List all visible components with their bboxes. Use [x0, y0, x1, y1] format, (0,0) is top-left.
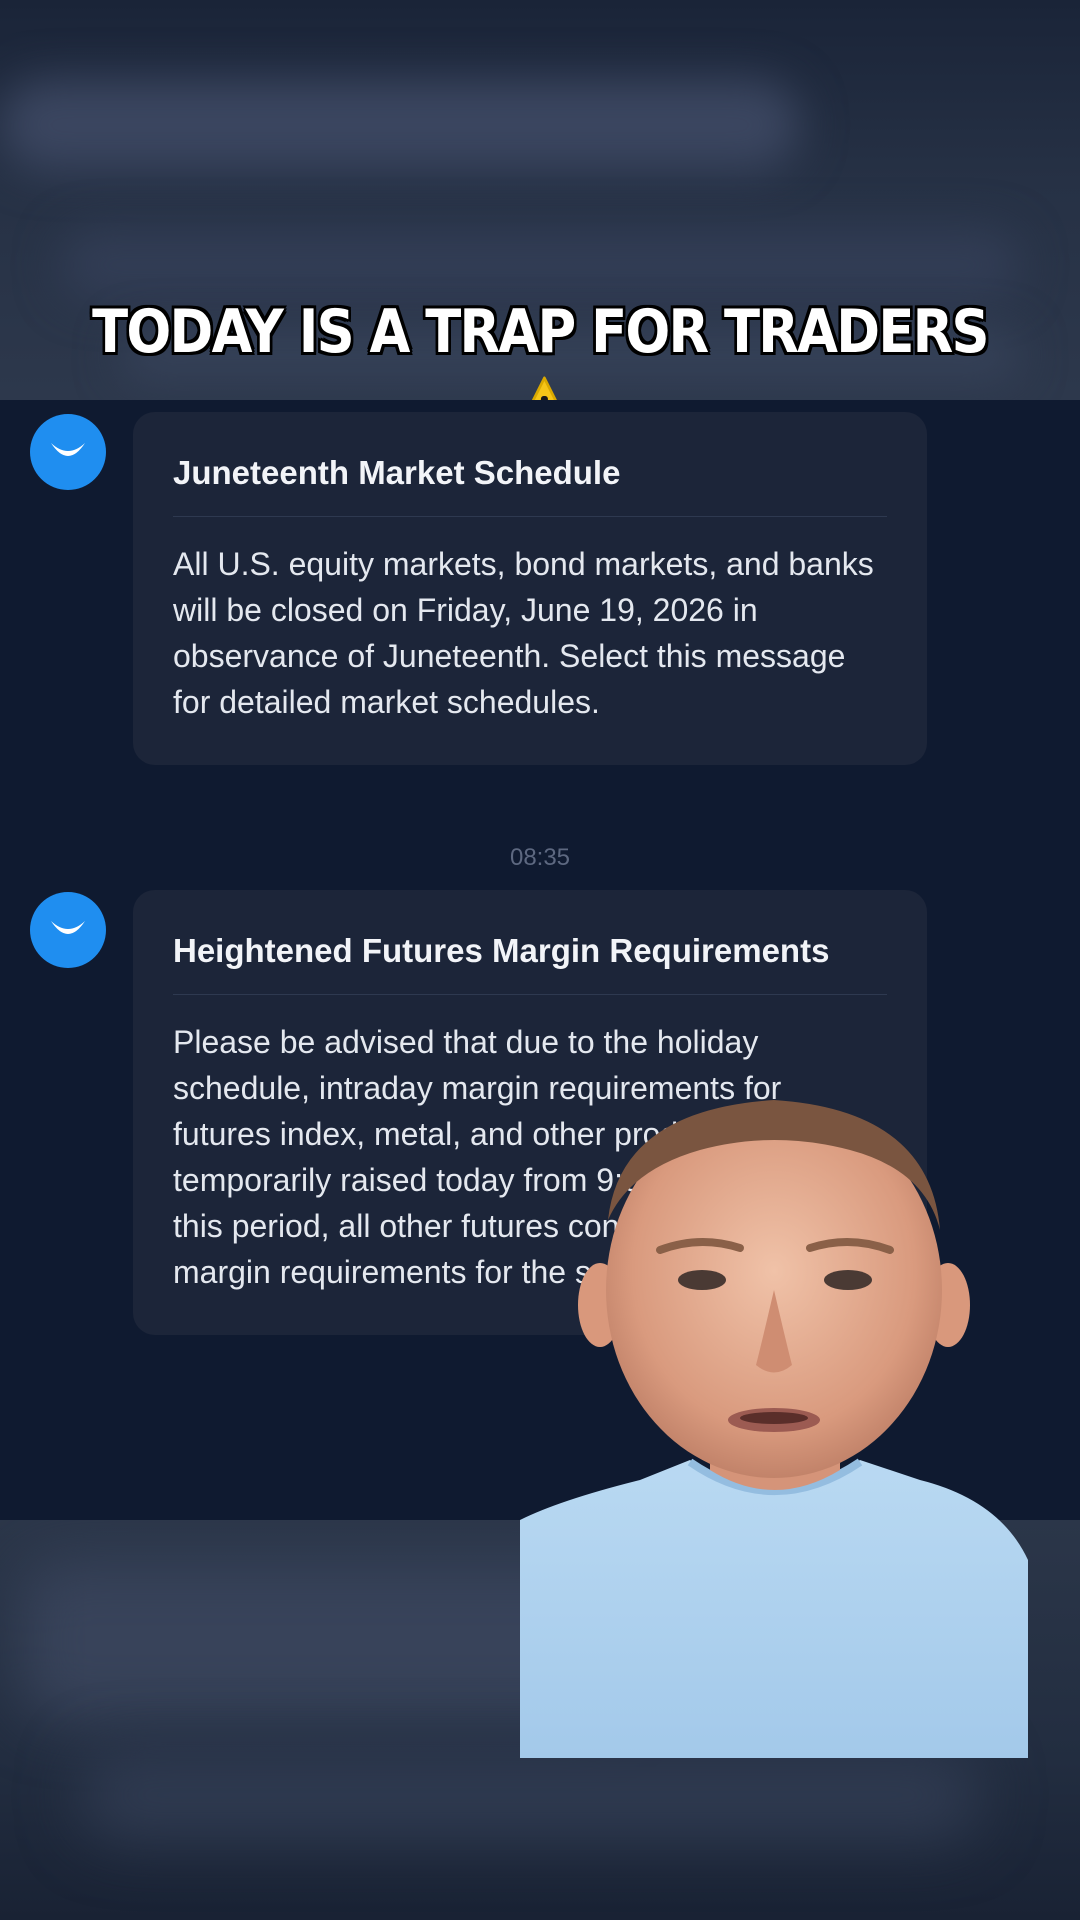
smile-logo-icon	[51, 921, 85, 934]
headline-text: TODAY IS A TRAP FOR TRADERS	[92, 297, 989, 367]
blurred-text-shape	[0, 80, 800, 170]
presenter-video	[520, 1090, 1028, 1758]
blurred-text-shape	[60, 230, 1020, 300]
presenter-figure	[520, 1100, 1028, 1758]
message-bubble[interactable]: Juneteenth Market Schedule All U.S. equi…	[133, 412, 927, 765]
message-title: Juneteenth Market Schedule	[173, 450, 887, 517]
blurred-shape	[80, 1750, 980, 1840]
sender-avatar	[30, 414, 106, 490]
message-body: All U.S. equity markets, bond markets, a…	[173, 546, 874, 720]
smile-logo-icon	[51, 443, 85, 456]
message-title: Heightened Futures Margin Requirements	[173, 928, 887, 995]
sender-avatar	[30, 892, 106, 968]
message-timestamp: 08:35	[509, 844, 571, 871]
